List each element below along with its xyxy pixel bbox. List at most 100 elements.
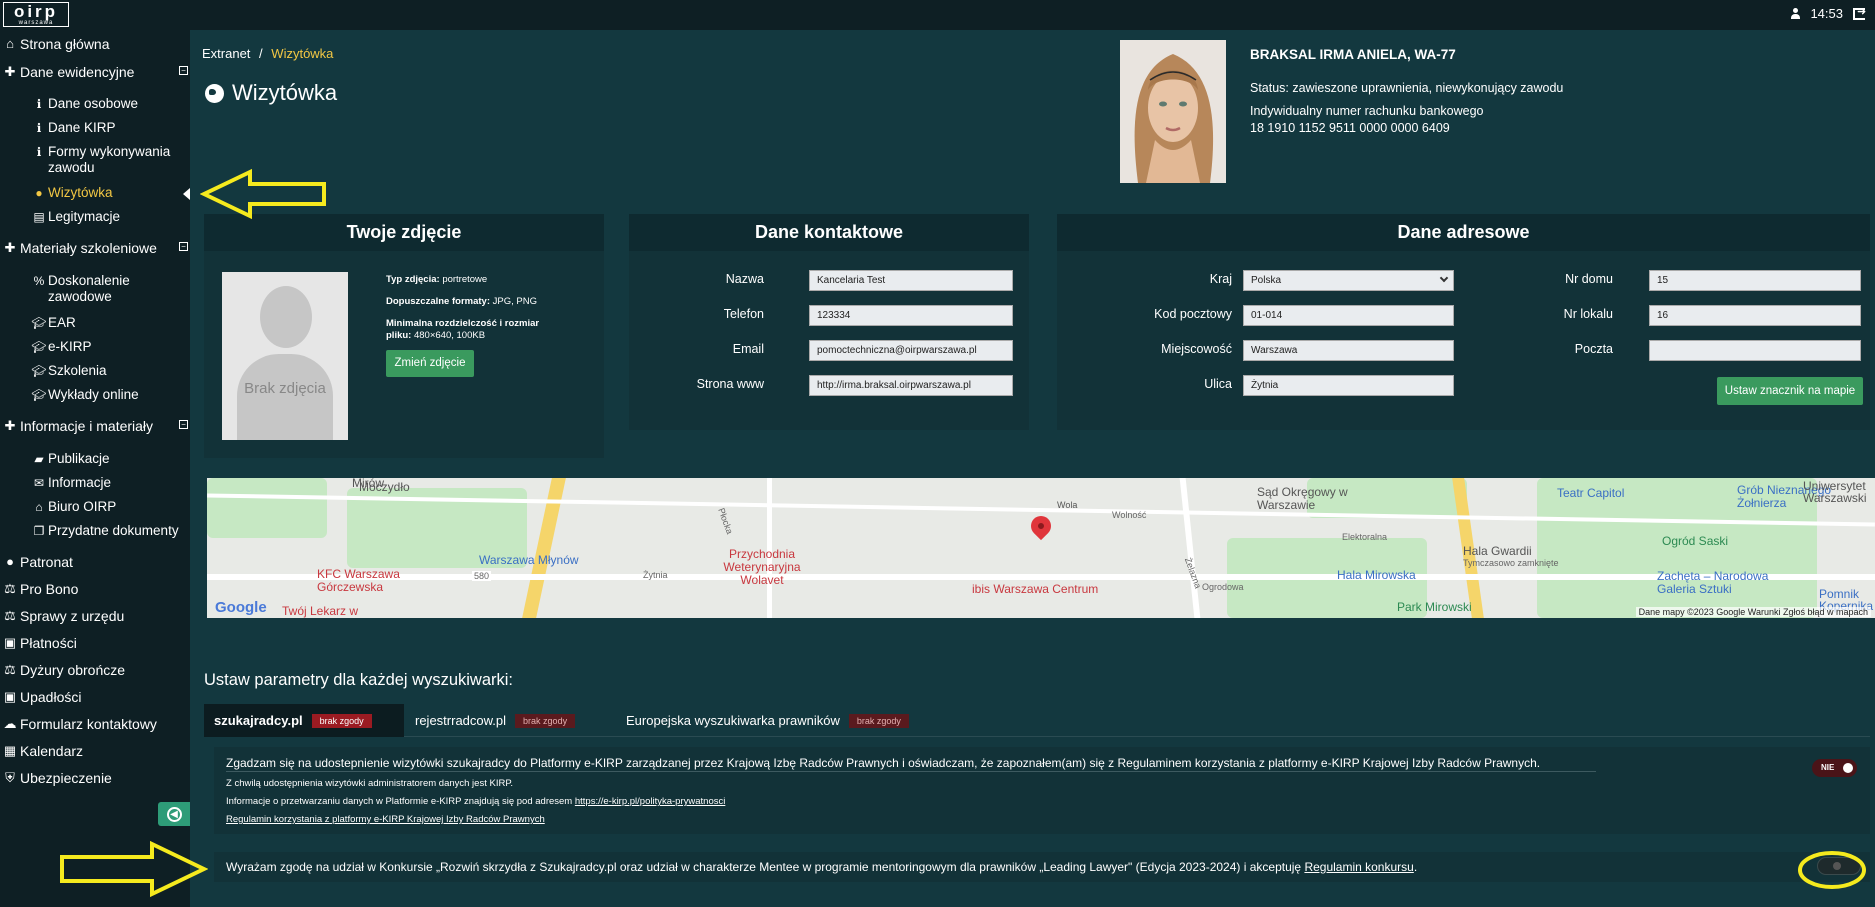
sidebar-item-label: Formularz kontaktowy <box>20 716 157 732</box>
field-label: Kod pocztowy <box>1154 307 1232 321</box>
country-select[interactable]: Polska <box>1243 270 1454 291</box>
sidebar-item-label: Sprawy z urzędu <box>20 608 125 624</box>
sidebar-item-sprawy-z-urzedu[interactable]: ⚖ Sprawy z urzędu <box>0 608 190 624</box>
field-label: Email <box>732 342 764 356</box>
sidebar-item-wizytowka[interactable]: ● Wizytówka <box>0 185 190 201</box>
silhouette-body <box>237 354 333 440</box>
map-label: Żytnia <box>643 570 668 580</box>
contact-panel-title: Dane kontaktowe <box>629 214 1029 251</box>
sidebar-item-platnosci[interactable]: ▣ Płatności <box>0 635 190 651</box>
field-label: Strona www <box>696 377 764 391</box>
sidebar-item-informacje-i-materialy[interactable]: ✚ Informacje i materiały − <box>0 418 190 434</box>
email-field[interactable]: pomoctechniczna@oirpwarszawa.pl <box>809 340 1013 361</box>
map-label: Hala Gwardii <box>1463 544 1532 558</box>
sidebar-item-e-kirp[interactable]: 🎓︎ e-KIRP <box>0 339 190 355</box>
map-label: Elektoralna <box>1342 532 1388 542</box>
sidebar-item-dane-osobowe[interactable]: ℹ Dane osobowe <box>0 96 190 112</box>
ekirp-regulations-link[interactable]: Regulamin korzystania z platformy e-KIRP… <box>226 814 545 825</box>
street-field[interactable]: Żytnia <box>1243 375 1454 396</box>
privacy-policy-link[interactable]: https://e-kirp.pl/polityka-prywatnosci <box>575 796 725 807</box>
graduation-cap-icon: 🎓︎ <box>31 340 47 354</box>
sidebar-item-pro-bono[interactable]: ⚖ Pro Bono <box>0 581 190 597</box>
envelope-icon: ✉ <box>33 476 45 490</box>
tab-szukajradcy[interactable]: szukajradcy.pl brak zgody <box>204 704 404 737</box>
map-label: Płocka <box>716 506 735 536</box>
sidebar-item-materialy-szkoleniowe[interactable]: ✚ Materiały szkoleniowe − <box>0 240 190 256</box>
house-number-field[interactable]: 15 <box>1649 270 1861 291</box>
city-field[interactable]: Warszawa <box>1243 340 1454 361</box>
map-label: Zachęta – Narodowa Galeria Sztuki <box>1657 569 1769 596</box>
no-photo-placeholder: Brak zdjęcia <box>222 272 348 440</box>
sidebar-item-doskonalenie-zawodowe[interactable]: % Doskonalenie zawodowe <box>0 273 180 305</box>
scales-icon: ⚖ <box>4 581 16 596</box>
sidebar-item-ear[interactable]: 🎓︎ EAR <box>0 315 190 331</box>
map-label: Hala Mirowska <box>1337 568 1416 582</box>
collapse-minus-icon[interactable]: − <box>179 420 188 429</box>
oirp-logo[interactable]: oirp warszawa <box>3 2 69 27</box>
sidebar-item-dane-kirp[interactable]: ℹ Dane KIRP <box>0 120 190 136</box>
set-map-marker-button[interactable]: Ustaw znacznik na mapie <box>1717 377 1863 405</box>
contest-regulations-link[interactable]: Regulamin konkursu <box>1304 860 1413 874</box>
website-field[interactable]: http://irma.braksal.oirpwarszawa.pl <box>809 375 1013 396</box>
map-pin-icon[interactable] <box>1026 511 1056 541</box>
sidebar-item-ubezpieczenie[interactable]: ⛨ Ubezpieczenie <box>0 770 190 786</box>
scales-icon: ⚖ <box>4 662 16 677</box>
info-icon: ℹ <box>36 121 42 135</box>
sidebar-item-label: Wizytówka <box>48 185 113 200</box>
tab-europejska-wyszukiwarka[interactable]: Europejska wyszukiwarka prawników brak zg… <box>616 704 956 737</box>
photo-formats-label: Dopuszczalne formaty: <box>386 296 490 307</box>
map-road <box>1179 478 1201 618</box>
post-office-field[interactable] <box>1649 340 1861 361</box>
map-attribution[interactable]: Dane mapy ©2023 Google Warunki Zgłoś błą… <box>1635 607 1871 617</box>
map-label: Ogrodowa <box>1202 582 1244 592</box>
sidebar-item-dane-ewidencyjne[interactable]: ✚ Dane ewidencyjne − <box>0 64 190 80</box>
breadcrumb-root-link[interactable]: Extranet <box>202 46 250 61</box>
postal-code-field[interactable]: 01-014 <box>1243 305 1454 326</box>
name-field[interactable]: Kancelaria Test <box>809 270 1013 291</box>
field-label: Poczta <box>1574 342 1613 356</box>
sidebar-item-przydatne-dokumenty[interactable]: ❐ Przydatne dokumenty <box>0 523 190 539</box>
top-bar: oirp warszawa 14:53 <box>0 0 1875 30</box>
money-icon: ▣ <box>3 689 17 704</box>
logout-icon[interactable] <box>1853 5 1866 20</box>
breadcrumb: Extranet / Wizytówka <box>202 46 333 61</box>
flat-number-field[interactable]: 16 <box>1649 305 1861 326</box>
user-icon[interactable] <box>1791 8 1801 19</box>
sidebar-item-formularz-kontaktowy[interactable]: ☁ Formularz kontaktowy <box>0 716 190 732</box>
sidebar-item-legitymacje[interactable]: ▤ Legitymacje <box>0 209 190 225</box>
sidebar-collapse-button[interactable]: ◀ <box>158 802 190 826</box>
info-icon: ℹ <box>36 145 42 159</box>
sidebar-item-label: Kalendarz <box>20 743 84 759</box>
sidebar-item-label: Patronat <box>20 554 73 570</box>
collapse-minus-icon[interactable]: − <box>179 242 188 251</box>
map-label: Przychodnia Weterynaryjna Wolavet <box>723 547 801 587</box>
photo-min-info: Minimalna rozdzielczość i rozmiar pliku:… <box>386 318 556 342</box>
plus-icon: ✚ <box>4 64 16 79</box>
consent-status-badge: brak zgody <box>311 713 372 728</box>
ekirp-consent-toggle[interactable]: NIE <box>1812 759 1857 777</box>
logo-text: oirp <box>13 2 59 21</box>
sidebar-item-dyzury-obroncze[interactable]: ⚖ Dyżury obrończe <box>0 662 190 678</box>
comments-icon: ☁ <box>3 716 17 731</box>
sidebar-item-upadlosci[interactable]: ▣ Upadłości <box>0 689 190 705</box>
map[interactable]: Mirów Wola Moczydło Warszawa Młynów Przy… <box>207 478 1875 618</box>
sidebar-item-szkolenia[interactable]: 🎓︎ Szkolenia <box>0 363 190 379</box>
sidebar-item-publikacje[interactable]: ▰ Publikacje <box>0 451 190 467</box>
annotation-highlight-ellipse <box>1798 851 1866 889</box>
sidebar-item-patronat[interactable]: ● Patronat <box>0 554 190 570</box>
map-label: Wolność <box>1112 510 1147 520</box>
sidebar-item-biuro-oirp[interactable]: ⌂ Biuro OIRP <box>0 499 190 515</box>
change-photo-button[interactable]: Zmień zdjęcie <box>386 350 474 377</box>
sidebar-item-formy-wykonywania-zawodu[interactable]: ℹ Formy wykonywania zawodu <box>0 144 180 176</box>
tab-rejestrradcow[interactable]: rejestrradcow.pl brak zgody <box>405 704 610 737</box>
silhouette-icon <box>260 286 312 348</box>
sidebar-item-informacje[interactable]: ✉ Informacje <box>0 475 190 491</box>
sidebar-item-kalendarz[interactable]: ▦ Kalendarz <box>0 743 190 759</box>
field-label: Nazwa <box>725 272 764 286</box>
phone-field[interactable]: 123334 <box>809 305 1013 326</box>
collapse-minus-icon[interactable]: − <box>179 66 188 75</box>
ekirp-consent-text: Zgadzam się na udostepnienie wizytówki s… <box>226 756 1541 770</box>
sidebar-item-strona-glowna[interactable]: ⌂ Strona główna <box>0 36 190 52</box>
sidebar-item-wyklady-online[interactable]: 🎓︎ Wykłady online <box>0 387 190 403</box>
calendar-icon: ▦ <box>3 743 17 758</box>
